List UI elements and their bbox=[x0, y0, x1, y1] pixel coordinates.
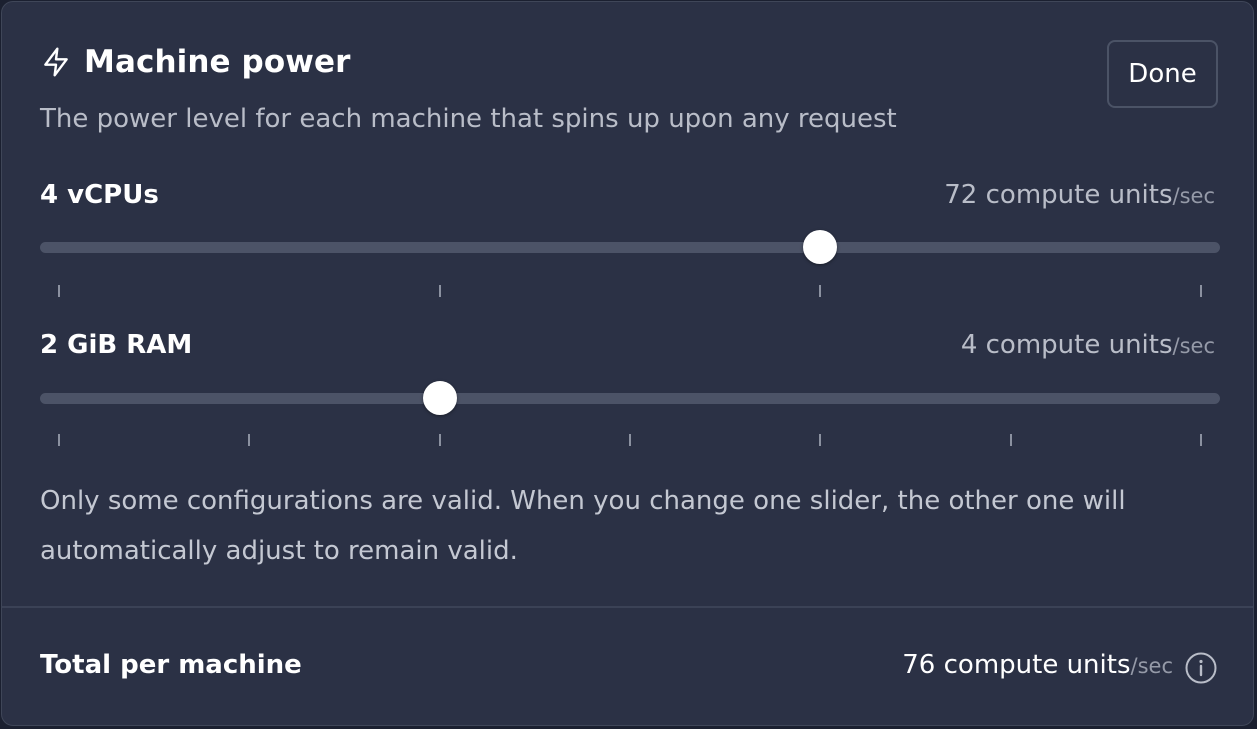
cpu-compute-units-per: /sec bbox=[1172, 184, 1215, 208]
ram-slider-tick bbox=[1009, 434, 1012, 446]
info-icon[interactable] bbox=[1184, 651, 1218, 685]
cpu-slider-label: 4 vCPUs bbox=[40, 180, 159, 210]
cpu-slider-tick bbox=[1200, 285, 1202, 297]
cpu-compute-units-value: 72 compute units bbox=[944, 180, 1173, 210]
ram-slider-track[interactable] bbox=[40, 393, 1220, 404]
divider bbox=[2, 606, 1253, 608]
ram-slider-thumb[interactable] bbox=[422, 381, 457, 415]
cpu-slider-track[interactable] bbox=[40, 242, 1220, 253]
ram-slider-tick bbox=[58, 434, 60, 446]
validity-note: Only some configurations are valid. When… bbox=[40, 486, 1126, 566]
ram-compute-units: 4 compute units/sec bbox=[961, 330, 1215, 360]
panel-header: Machine power bbox=[40, 44, 350, 80]
done-button[interactable]: Done bbox=[1107, 40, 1218, 108]
ram-compute-units-value: 4 compute units bbox=[960, 330, 1173, 360]
ram-slider-tick bbox=[819, 434, 822, 446]
cpu-slider-tick bbox=[438, 285, 441, 297]
total-label: Total per machine bbox=[40, 650, 302, 680]
cpu-slider-tick bbox=[819, 285, 822, 297]
page-title: Machine power bbox=[84, 44, 351, 80]
cpu-slider-tick bbox=[58, 285, 60, 297]
ram-slider-tick bbox=[248, 434, 251, 446]
ram-slider-label: 2 GiB RAM bbox=[40, 330, 193, 360]
bolt-icon bbox=[40, 45, 74, 79]
page-subtitle: The power level for each machine that sp… bbox=[40, 104, 897, 134]
total-compute-units-per: /sec bbox=[1130, 654, 1173, 678]
ram-slider-tick bbox=[629, 434, 631, 446]
total-compute-units-value: 76 compute units bbox=[902, 650, 1131, 680]
cpu-slider-thumb[interactable] bbox=[803, 230, 838, 264]
machine-power-panel: Machine power The power level for each m… bbox=[1, 1, 1254, 726]
ram-slider-tick bbox=[1200, 434, 1202, 446]
total-compute-units: 76 compute units/sec bbox=[902, 650, 1173, 680]
ram-slider-tick bbox=[438, 434, 441, 446]
cpu-compute-units: 72 compute units/sec bbox=[944, 180, 1215, 210]
ram-compute-units-per: /sec bbox=[1172, 334, 1215, 358]
